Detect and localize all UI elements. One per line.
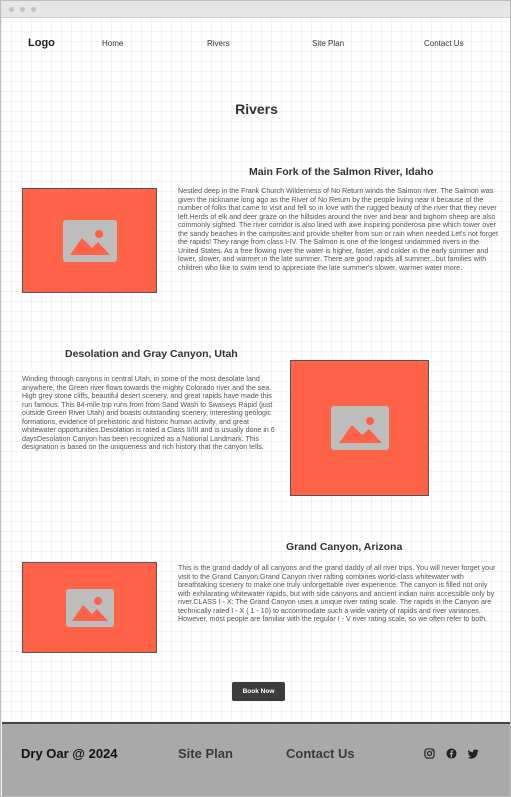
- image-placeholder: [22, 188, 157, 293]
- section-title-desolation: Desolation and Gray Canyon, Utah: [65, 348, 238, 360]
- book-now-button[interactable]: Book Now: [232, 682, 285, 701]
- section-text-grand-canyon: This is the grand daddy of all canyons a…: [178, 564, 496, 624]
- nav-link-home[interactable]: Home: [102, 39, 123, 48]
- nav-link-rivers[interactable]: Rivers: [207, 39, 230, 48]
- section-title-salmon: Main Fork of the Salmon River, Idaho: [249, 166, 434, 178]
- nav-link-contact-us[interactable]: Contact Us: [424, 39, 464, 48]
- image-placeholder: [22, 562, 157, 653]
- window-dot-icon: [31, 7, 36, 12]
- section-text-desolation: Winding through canyons in central Utah,…: [22, 375, 275, 452]
- section-title-grand-canyon: Grand Canyon, Arizona: [286, 541, 403, 553]
- browser-window: Logo Home Rivers Site Plan Contact Us Ri…: [0, 0, 511, 797]
- window-titlebar: [1, 1, 510, 18]
- footer-link-contact-us[interactable]: Contact Us: [286, 746, 355, 761]
- footer-link-site-plan[interactable]: Site Plan: [178, 746, 233, 761]
- logo[interactable]: Logo: [28, 37, 55, 49]
- image-icon: [65, 588, 114, 627]
- image-placeholder: [290, 360, 429, 496]
- twitter-icon[interactable]: [468, 748, 479, 759]
- footer-brand: Dry Oar @ 2024: [21, 746, 118, 761]
- top-nav: Logo Home Rivers Site Plan Contact Us: [1, 31, 510, 57]
- window-dot-icon: [9, 7, 14, 12]
- nav-link-site-plan[interactable]: Site Plan: [312, 39, 344, 48]
- instagram-icon[interactable]: [424, 748, 435, 759]
- window-dot-icon: [20, 7, 25, 12]
- facebook-icon[interactable]: [446, 748, 457, 759]
- footer: Dry Oar @ 2024 Site Plan Contact Us: [2, 722, 510, 796]
- page-title: Rivers: [235, 101, 278, 117]
- image-icon: [330, 406, 389, 450]
- section-text-salmon: Nestled deep in the Frank Church Wildern…: [178, 187, 498, 272]
- image-icon: [62, 219, 117, 262]
